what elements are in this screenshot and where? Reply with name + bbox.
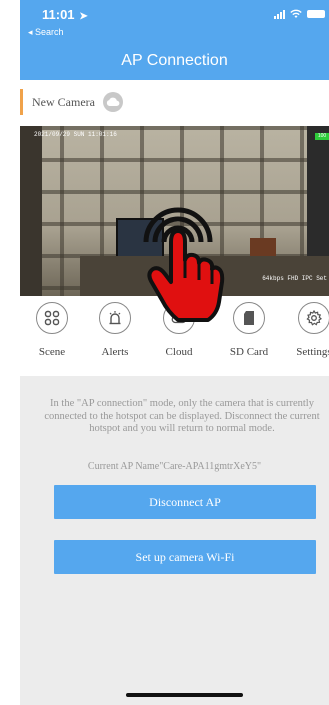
- alarm-icon: [99, 302, 131, 334]
- battery-icon: [307, 10, 325, 18]
- toolbar-label: Alerts: [101, 346, 129, 358]
- status-time: 11:01 ➤: [42, 7, 88, 22]
- nav-header: 11:01 ➤ ◂ Search AP Connection: [20, 0, 329, 80]
- accent-bar: [20, 89, 23, 115]
- toolbar-alerts-button[interactable]: Alerts: [85, 302, 145, 358]
- cellular-signal-icon: [274, 9, 285, 19]
- toolbar-label: Settings: [296, 346, 329, 358]
- ap-info-panel: In the "AP connection" mode, only the ca…: [20, 376, 329, 705]
- cloud-status-icon: [103, 92, 123, 112]
- video-resolution: 64kbps FHD IPC Set: [262, 275, 327, 282]
- toolbar-label: Cloud: [165, 346, 193, 358]
- wifi-icon: [290, 9, 302, 18]
- location-arrow-icon: ➤: [76, 11, 88, 22]
- page-title: AP Connection: [121, 52, 228, 69]
- sd-card-icon: [233, 302, 265, 334]
- toolbar-settings-button[interactable]: Settings: [284, 302, 329, 358]
- home-indicator: [126, 693, 243, 697]
- ap-mode-message: In the "AP connection" mode, only the ca…: [44, 398, 320, 434]
- toolbar-label: SD Card: [229, 346, 269, 358]
- toolbar-sdcard-button[interactable]: SD Card: [219, 302, 279, 358]
- toolbar-label: Scene: [38, 346, 66, 358]
- toolbar-scene-button[interactable]: Scene: [22, 302, 82, 358]
- current-ap-name: Current AP Name"Care-APA11gmtrXeY5": [87, 461, 262, 472]
- disconnect-ap-button[interactable]: Disconnect AP: [54, 485, 316, 519]
- status-time-text: 11:01: [42, 7, 75, 22]
- camera-name: New Camera: [32, 95, 95, 109]
- status-icons: [274, 9, 325, 19]
- signal-strength-badge: 100: [315, 133, 329, 140]
- video-timestamp: 2021/09/29 SUN 11:01:16: [34, 131, 117, 138]
- gear-icon: [298, 302, 329, 334]
- video-shadow-left: [20, 126, 42, 296]
- back-to-search-link[interactable]: ◂ Search: [28, 27, 64, 38]
- setup-camera-wifi-button[interactable]: Set up camera Wi-Fi: [54, 540, 316, 574]
- camera-name-row[interactable]: New Camera: [20, 87, 329, 117]
- tap-hand-icon: [143, 207, 225, 322]
- scene-icon: [36, 302, 68, 334]
